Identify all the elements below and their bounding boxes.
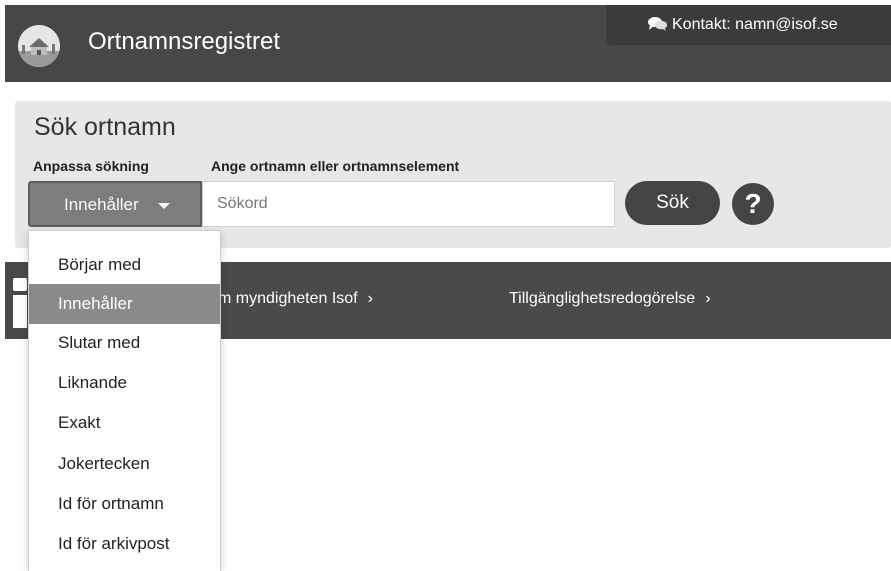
dropdown-item-jokertecken[interactable]: Jokertecken xyxy=(29,444,220,484)
nav-link-about[interactable]: m myndigheten Isof › xyxy=(218,290,373,308)
dropdown-item-innehaller[interactable]: Innehåller xyxy=(29,284,220,324)
contact-text: Kontakt: namn@isof.se xyxy=(672,16,838,33)
question-circle-icon[interactable]: ? xyxy=(731,182,775,226)
nav-link-about-label: m myndigheten Isof xyxy=(218,290,358,307)
filter-dropdown-value: Innehåller xyxy=(64,195,139,214)
chat-bubbles-icon xyxy=(648,17,667,31)
dropdown-item-id-ortnamn[interactable]: Id för ortnamn xyxy=(29,484,220,524)
svg-text:?: ? xyxy=(744,188,761,219)
site-logo[interactable] xyxy=(18,25,60,67)
dropdown-item-borjar-med[interactable]: Börjar med xyxy=(29,245,220,285)
filter-dropdown-menu: Börjar med Innehåller Slutar med Liknand… xyxy=(28,230,221,571)
search-heading: Sök ortnamn xyxy=(34,113,176,141)
search-input[interactable] xyxy=(202,181,615,227)
house-landscape-logo-icon xyxy=(18,25,60,67)
filter-label: Anpassa sökning xyxy=(33,158,149,174)
app-title[interactable]: Ortnamnsregistret xyxy=(88,27,280,57)
nav-link-accessibility-label: Tillgänglighetsredogörelse xyxy=(509,290,696,307)
query-label: Ange ortnamn eller ortnamnselement xyxy=(211,158,460,174)
dropdown-item-liknande[interactable]: Liknande xyxy=(29,363,220,403)
caret-down-icon xyxy=(158,203,170,209)
chevron-right-icon: › xyxy=(367,290,373,307)
isof-logo-icon[interactable] xyxy=(10,278,29,330)
search-button[interactable]: Sök xyxy=(625,181,720,225)
dropdown-item-slutar-med[interactable]: Slutar med xyxy=(29,323,220,363)
nav-link-accessibility[interactable]: Tillgänglighetsredogörelse › xyxy=(509,290,711,308)
dropdown-item-exakt[interactable]: Exakt xyxy=(29,403,220,443)
contact-link[interactable]: Kontakt: namn@isof.se xyxy=(606,5,891,45)
filter-dropdown-button[interactable]: Innehåller xyxy=(28,181,202,227)
chevron-right-icon: › xyxy=(705,290,711,307)
dropdown-item-id-arkivpost[interactable]: Id för arkivpost xyxy=(29,524,220,564)
search-panel: Sök ortnamn Anpassa sökning Ange ortnamn… xyxy=(15,101,891,248)
